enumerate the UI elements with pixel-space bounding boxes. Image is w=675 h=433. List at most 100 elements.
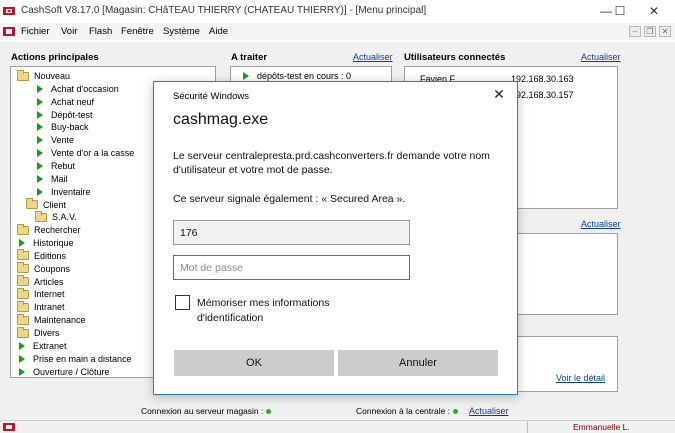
maximize-button[interactable]: ☐	[603, 0, 637, 22]
arrow-icon	[37, 136, 43, 145]
menu-fichier[interactable]: Fichier	[21, 26, 50, 37]
tree-item-label: Internet	[34, 289, 65, 300]
tree-item[interactable]: Dépôt-test	[35, 109, 93, 121]
ok-button[interactable]: OK	[174, 350, 334, 376]
menu-aide[interactable]: Aide	[209, 26, 228, 37]
menu-fenetre[interactable]: Fenêtre	[121, 26, 154, 37]
tree-item[interactable]: Achat d'occasion	[35, 83, 119, 95]
password-field[interactable]	[173, 255, 410, 280]
tree-item-label: Ouverture / Clôture	[33, 366, 110, 377]
tree-item[interactable]: Historique	[17, 237, 74, 249]
tree-item[interactable]: Divers	[17, 326, 60, 339]
tree-item[interactable]: Editions	[17, 249, 67, 262]
tree-item-label: Maintenance	[34, 315, 86, 326]
tree-item-label: Achat d'occasion	[51, 83, 119, 94]
remember-checkbox[interactable]	[175, 295, 190, 310]
tree-item-label: Rebut	[51, 160, 76, 171]
menu-bar: Fichier Voir Flash Fenêtre Système Aide …	[0, 23, 675, 40]
dialog-title: Sécurité Windows	[173, 91, 250, 102]
menu-systeme[interactable]: Système	[163, 26, 200, 37]
tree-item[interactable]: Ouverture / Clôture	[17, 366, 110, 378]
panel2-refresh-link[interactable]: Actualiser	[581, 219, 621, 229]
tree-item[interactable]: Extranet	[17, 340, 67, 352]
menu-flash[interactable]: Flash	[89, 26, 112, 37]
store-connection-label: Connexion au serveur magasin :	[141, 406, 272, 416]
central-connection-label: Connexion à la centrale :	[356, 406, 459, 416]
windows-security-dialog: Sécurité Windows ✕ cashmag.exe Le serveu…	[153, 81, 518, 395]
arrow-icon	[243, 72, 249, 80]
tree-item-label: Vente	[51, 135, 75, 146]
menu-voir[interactable]: Voir	[61, 26, 77, 37]
tree-item[interactable]: Achat neuf	[35, 96, 94, 108]
tree-item[interactable]: Maintenance	[17, 313, 86, 326]
folder-icon	[35, 210, 47, 222]
username-field[interactable]	[173, 220, 410, 245]
tree-item-label: S.A.V.	[52, 212, 77, 223]
tree-item[interactable]: Nouveau	[17, 69, 71, 82]
tree-item-label: Client	[43, 199, 67, 210]
tree-item[interactable]: Prise en main a distance	[17, 353, 132, 365]
document-app-icon	[3, 27, 15, 36]
todo-refresh-link[interactable]: Actualiser	[353, 52, 393, 62]
detail-link[interactable]: Voir le détail	[556, 373, 605, 383]
current-user: Emmanuelle L.	[573, 422, 630, 432]
folder-icon	[17, 287, 29, 299]
tree-item-label: Mail	[51, 173, 68, 184]
arrow-icon	[19, 341, 25, 350]
tree-item[interactable]: Vente d'or a la casse	[35, 147, 134, 159]
arrow-icon	[37, 149, 43, 158]
todo-item-label: dépôts-test en cours : 0	[257, 71, 352, 81]
tree-item[interactable]: Buy-back	[35, 121, 89, 133]
tree-item-label: Editions	[34, 250, 67, 261]
tree-item-label: Articles	[34, 276, 64, 287]
central-refresh-link[interactable]: Actualiser	[469, 406, 509, 416]
dialog-app-name: cashmag.exe	[173, 111, 269, 128]
tree-item[interactable]: Articles	[17, 275, 64, 288]
remember-label: Mémoriser mes informations d'identificat…	[197, 297, 330, 324]
cancel-button[interactable]: Annuler	[338, 350, 498, 376]
tree-item[interactable]: Client	[26, 198, 67, 211]
tree-item-label: Dépôt-test	[51, 109, 93, 120]
tree-item[interactable]: Vente	[35, 134, 74, 146]
folder-icon	[17, 262, 29, 274]
arrow-icon	[37, 174, 43, 183]
folder-icon	[17, 249, 29, 261]
user-ip: 192.168.30.157	[511, 90, 574, 100]
tree-item-label: Historique	[33, 238, 74, 249]
tree-item[interactable]: Internet	[17, 287, 65, 300]
mdi-minimize-button[interactable]: –	[629, 26, 641, 37]
users-refresh-link[interactable]: Actualiser	[581, 52, 621, 62]
mdi-restore-button[interactable]: ❐	[644, 26, 656, 37]
window-title: CashSoft V8.17.0 [Magasin: CHâTEAU THIER…	[21, 5, 427, 16]
folder-icon	[17, 326, 29, 338]
folder-icon	[26, 198, 38, 209]
tree-item[interactable]: Inventaire	[35, 186, 91, 198]
tree-item-label: Vente d'or a la casse	[51, 148, 135, 159]
arrow-icon	[19, 367, 25, 376]
todo-title: A traiter	[231, 52, 268, 63]
store-status-dot	[266, 409, 272, 415]
close-button[interactable]: ✕	[637, 0, 671, 22]
folder-icon	[17, 313, 29, 325]
dialog-message: Le serveur centralepresta.prd.cashconver…	[173, 150, 490, 176]
dialog-close-icon[interactable]: ✕	[491, 86, 507, 102]
tree-item[interactable]: Rechercher	[17, 223, 81, 236]
tree-item-label: Extranet	[33, 340, 67, 351]
tree-item[interactable]: Intranet	[17, 300, 65, 313]
status-bar: Emmanuelle L.	[0, 420, 675, 433]
tree-item[interactable]: S.A.V.	[35, 210, 77, 223]
tree-item[interactable]: Coupons	[17, 262, 70, 275]
tree-item-label: Nouveau	[34, 71, 71, 81]
folder-icon	[17, 275, 29, 287]
users-title: Utilisateurs connectés	[404, 52, 506, 63]
tree-item[interactable]: Mail	[35, 173, 68, 185]
dialog-realm-message: Ce serveur signale également : « Secured…	[173, 193, 406, 205]
cashsoft-status-icon	[3, 423, 15, 431]
tree-item-label: Rechercher	[34, 225, 81, 236]
tree-item[interactable]: Rebut	[35, 160, 75, 172]
mdi-close-button[interactable]: ✕	[659, 26, 671, 37]
arrow-icon	[19, 239, 25, 248]
mdi-window-controls: – ❐ ✕	[629, 26, 671, 37]
arrow-icon	[37, 161, 43, 170]
arrow-icon	[19, 354, 25, 363]
